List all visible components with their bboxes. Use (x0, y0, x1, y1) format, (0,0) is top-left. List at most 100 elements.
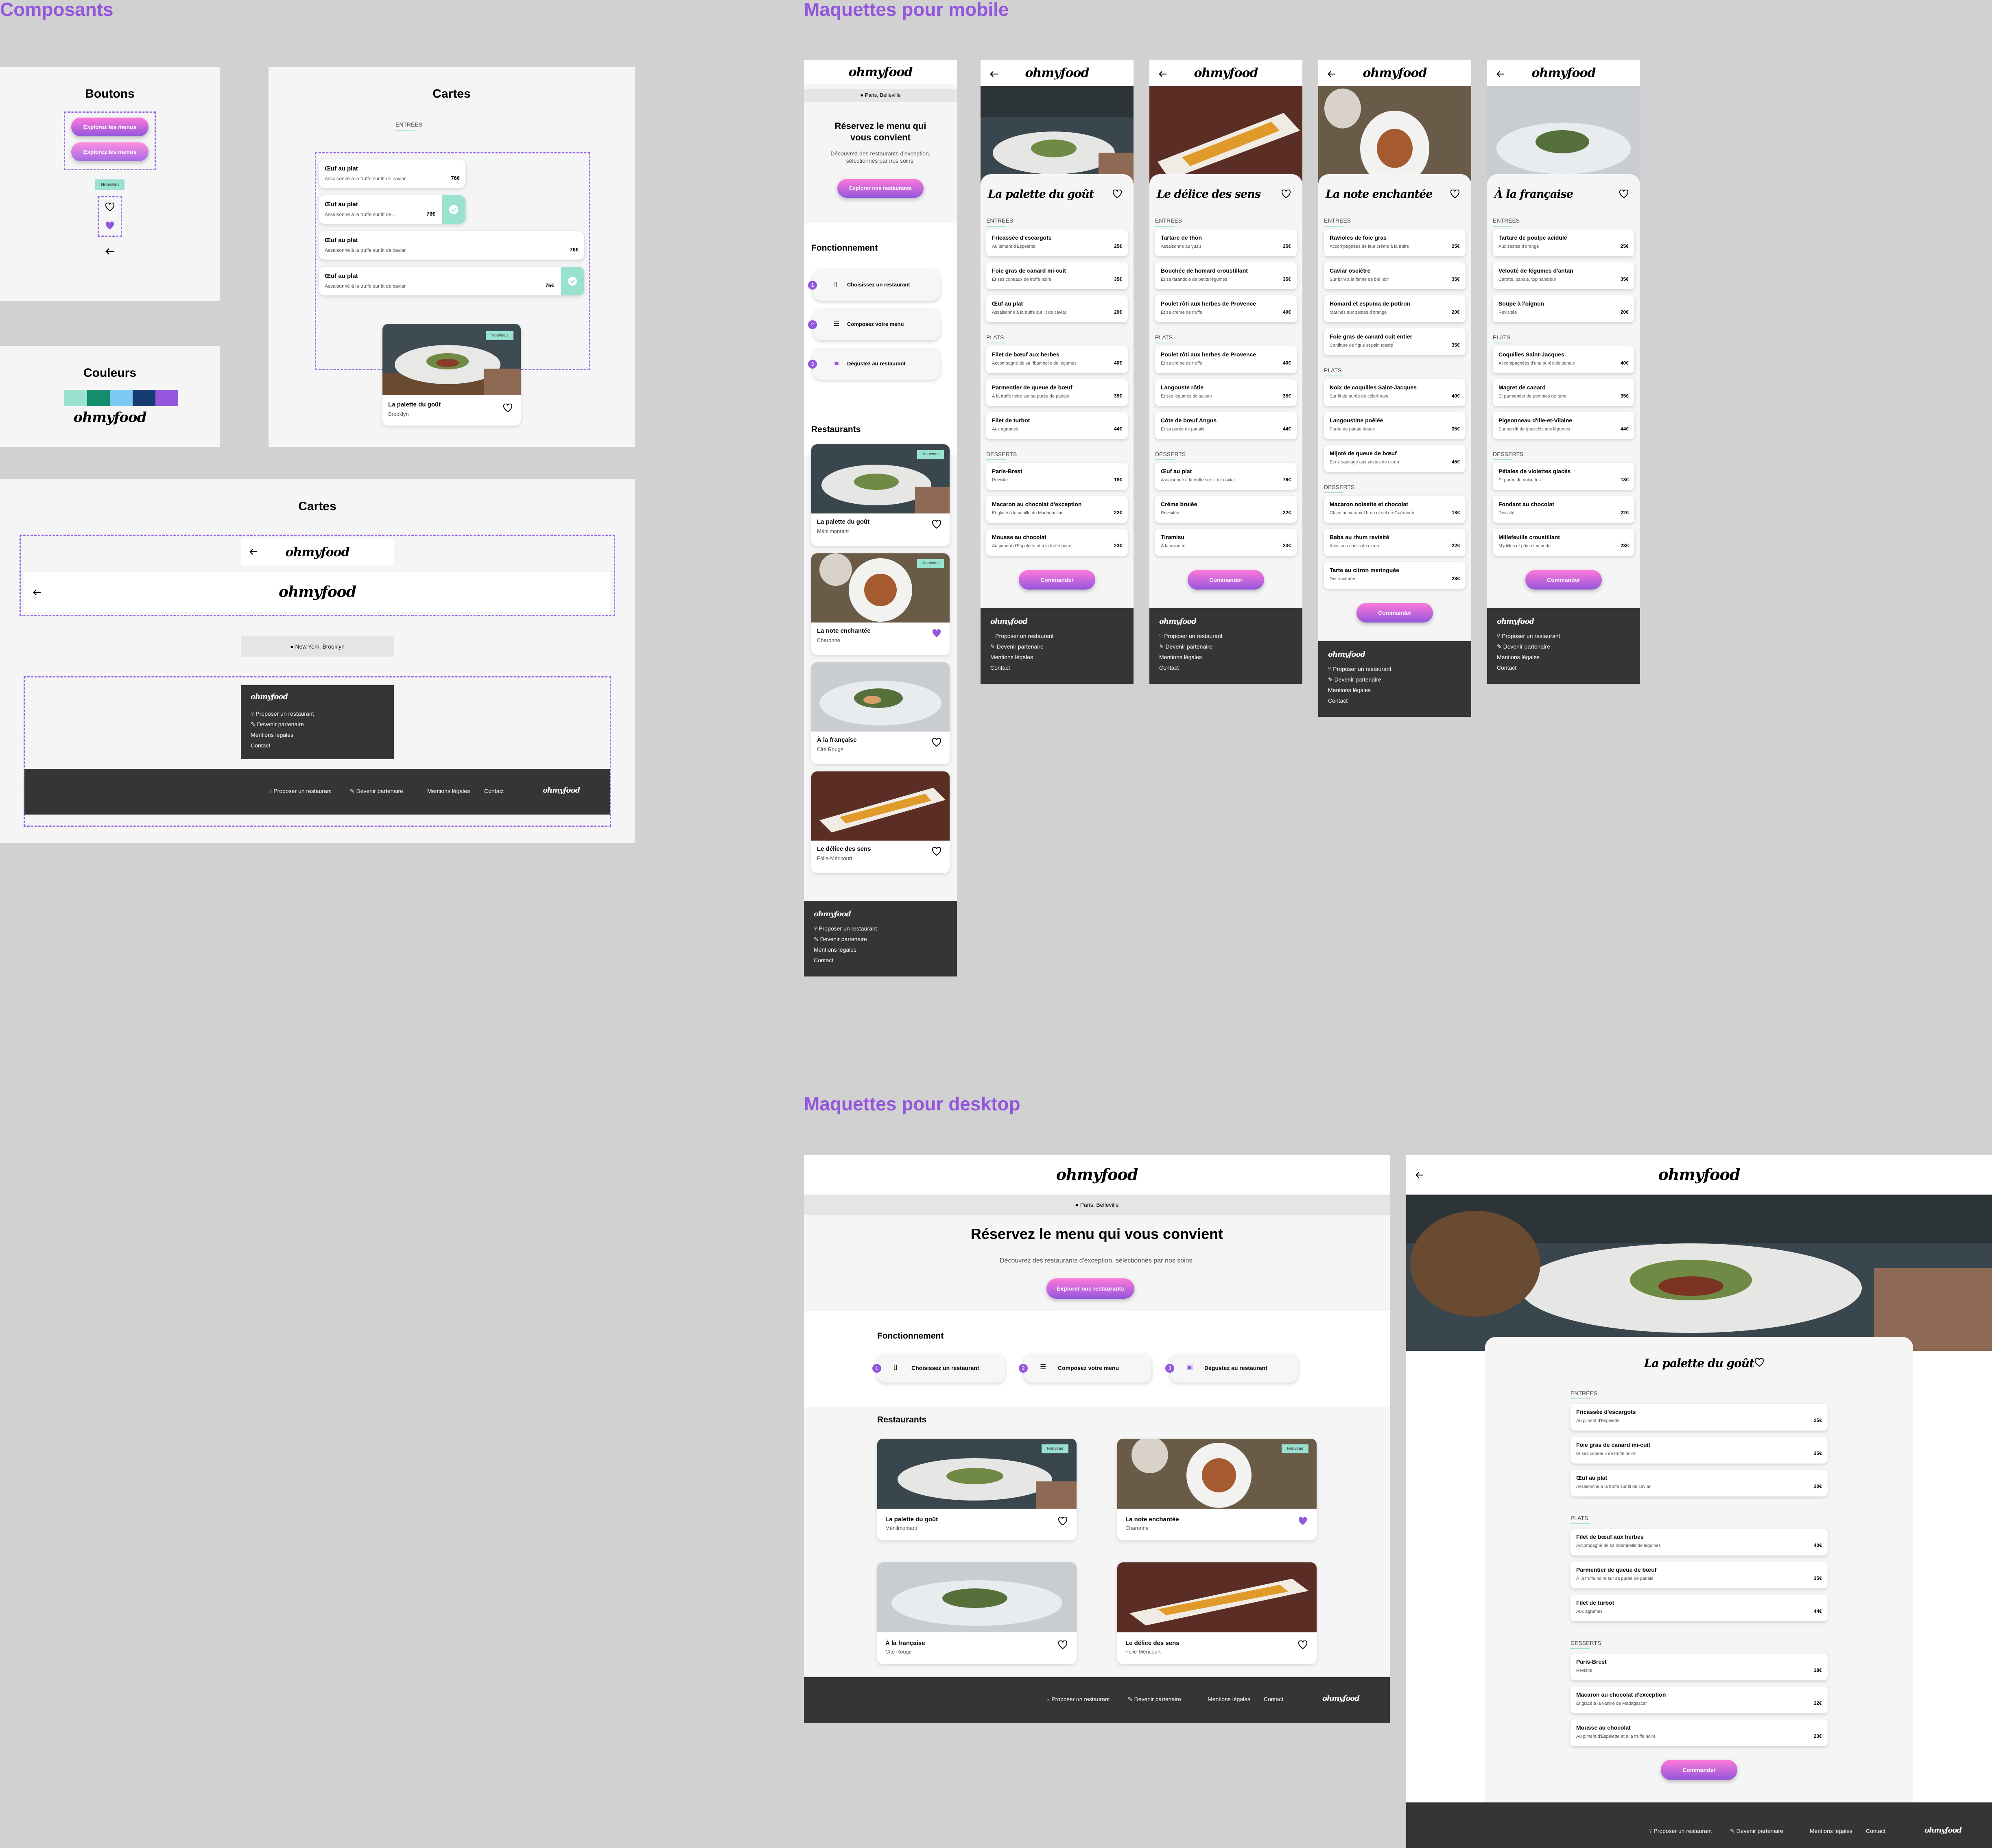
dish-card[interactable]: Pétales de violettes glacés Et purée de … (1493, 463, 1634, 490)
dish-card[interactable]: Fondant au chocolat Revisité 22€ (1493, 496, 1634, 523)
footer-link-propose[interactable]: ⑂ Proposer un restaurant (269, 788, 332, 794)
dish-card[interactable]: Côte de bœuf Angus Et sa purée de panais… (1155, 412, 1297, 439)
dish-card[interactable]: Ravioles de foie gras Accompagnées de le… (1324, 229, 1466, 256)
footer-link-partner[interactable]: ✎ Devenir partenaire (814, 936, 867, 943)
dish-card[interactable]: Parmentier de queue de bœuf À la truffe … (986, 379, 1128, 406)
footer-link-contact[interactable]: Contact (484, 788, 504, 794)
dish-card[interactable]: Millefeuille croustillant Myrtilles et p… (1493, 529, 1634, 556)
heart-outline-icon[interactable] (1112, 190, 1122, 199)
restaurant-card[interactable]: Nouveau La note enchantée Charonne (811, 553, 950, 655)
heart-filled-icon[interactable] (1298, 1517, 1308, 1526)
dish-card-wide-selected[interactable]: Œuf au plat Assaisonné à la truffe sur l… (319, 267, 584, 295)
dish-card[interactable]: Filet de bœuf aux herbes Accompagné de s… (986, 346, 1128, 373)
dish-card[interactable]: Foie gras de canard cuit entier Confitur… (1324, 328, 1466, 355)
heart-outline-icon[interactable] (932, 738, 941, 747)
dish-card[interactable]: Foie gras de canard mi-cuit Et ses copea… (986, 262, 1128, 289)
dish-card[interactable]: Bouchée de homard croustillant Et sa far… (1155, 262, 1297, 289)
footer-link-contact[interactable]: Contact (1497, 664, 1516, 671)
restaurant-card[interactable]: Le délice des sens Folie-Méricourt (811, 771, 950, 873)
heart-outline-icon[interactable] (105, 203, 115, 212)
footer-link-legal[interactable]: Mentions légales (990, 654, 1033, 660)
heart-outline-icon[interactable] (1619, 190, 1629, 199)
footer-link-legal[interactable]: Mentions légales (251, 732, 293, 738)
dish-card[interactable]: Homard et espuma de potiron Marinés aux … (1324, 295, 1466, 322)
order-button[interactable]: Commander (1356, 603, 1433, 623)
footer-link-contact[interactable]: Contact (1328, 697, 1348, 704)
dish-card[interactable]: Foie gras de canard mi-cuit Et ses copea… (1570, 1437, 1828, 1464)
footer-link-legal[interactable]: Mentions légales (1810, 1828, 1852, 1834)
dish-card[interactable]: Velouté de légumes d'antan Carotte, pana… (1493, 262, 1634, 289)
heart-outline-icon[interactable] (503, 404, 513, 413)
footer-link-propose[interactable]: ⑂ Proposer un restaurant (251, 710, 314, 717)
dish-card[interactable]: Soupe à l'oignon Revisitée 20€ (1493, 295, 1634, 322)
footer-link-propose[interactable]: ⑂ Proposer un restaurant (990, 633, 1054, 639)
explore-menus-button[interactable]: Explorez les menus (71, 118, 149, 136)
footer-link-propose[interactable]: ⑂ Proposer un restaurant (1328, 666, 1391, 672)
dish-card[interactable]: Œuf au plat Assaisonné à la truffe sur l… (986, 295, 1128, 322)
explore-menus-button-hover[interactable]: Explorez les menus (71, 142, 149, 161)
order-button[interactable]: Commander (1188, 570, 1264, 590)
dish-card[interactable]: Noix de coquilles Saint-Jacques Sur lit … (1324, 379, 1466, 406)
dish-card[interactable]: Tiramisu À la noisette 23€ (1155, 529, 1297, 556)
dish-card[interactable]: Fricassée d'escargots Au piment d'Espele… (986, 229, 1128, 256)
dish-card[interactable]: Paris-Brest Revisité 18€ (1570, 1654, 1828, 1680)
footer-link-partner[interactable]: ✎ Devenir partenaire (350, 788, 403, 795)
footer-link-partner[interactable]: ✎ Devenir partenaire (990, 643, 1044, 650)
dish-card[interactable]: Œuf au plat Assaisonné à la truffe sur l… (1570, 1470, 1828, 1496)
heart-outline-icon[interactable] (1754, 1358, 1764, 1367)
dish-card[interactable]: Œuf au plat Assaisonné à la truffe sur l… (1155, 463, 1297, 490)
heart-outline-icon[interactable] (1298, 1640, 1308, 1649)
restaurant-card[interactable]: Nouveau La note enchantée Charonne (1117, 1439, 1317, 1540)
footer-link-legal[interactable]: Mentions légales (427, 788, 470, 794)
dish-card[interactable]: Paris-Brest Revisité 18€ (986, 463, 1128, 490)
dish-card[interactable]: Filet de turbot Aux agrumes 44€ (1570, 1595, 1828, 1621)
dish-card[interactable]: Langouste rôtie Et ses légumes de saison… (1155, 379, 1297, 406)
dish-card[interactable]: Fricassée d'escargots Au piment d'Espele… (1570, 1404, 1828, 1431)
dish-card[interactable]: Poulet rôti aux herbes de Provence Et sa… (1155, 295, 1297, 322)
footer-link-partner[interactable]: ✎ Devenir partenaire (251, 721, 304, 728)
footer-link-partner[interactable]: ✎ Devenir partenaire (1730, 1828, 1783, 1835)
restaurant-card[interactable]: Le délice des sens Folie-Méricourt (1117, 1562, 1317, 1664)
restaurant-card[interactable]: Nouveau La palette du goût Ménilmontant (877, 1439, 1077, 1540)
dish-card-wide[interactable]: Œuf au plat Assaisonné à la truffe sur l… (319, 231, 584, 260)
footer-link-partner[interactable]: ✎ Devenir partenaire (1128, 1696, 1181, 1703)
footer-link-propose[interactable]: ⑂ Proposer un restaurant (814, 925, 877, 932)
heart-outline-icon[interactable] (1281, 190, 1291, 199)
dish-card[interactable]: Parmentier de queue de bœuf À la truffe … (1570, 1562, 1828, 1588)
heart-outline-icon[interactable] (1450, 190, 1460, 199)
heart-outline-icon[interactable] (1058, 1640, 1068, 1649)
footer-link-legal[interactable]: Mentions légales (814, 946, 856, 953)
footer-link-propose[interactable]: ⑂ Proposer un restaurant (1046, 1696, 1110, 1702)
restaurant-card[interactable]: À la française Cité Rouge (877, 1562, 1077, 1664)
order-button[interactable]: Commander (1525, 570, 1602, 590)
dish-card[interactable]: Macaron au chocolat d'exception Et glacé… (1570, 1686, 1828, 1713)
restaurant-card[interactable]: À la française Cité Rouge (811, 662, 950, 764)
heart-outline-icon[interactable] (932, 520, 941, 529)
restaurant-card[interactable]: Nouveau La palette du goût Brooklyn (382, 324, 521, 426)
restaurant-card[interactable]: Nouveau La palette du goût Ménilmontant (811, 444, 950, 546)
dish-card[interactable]: Coquilles Saint-Jacques Accompagnées d'u… (1493, 346, 1634, 373)
footer-link-legal[interactable]: Mentions légales (1159, 654, 1202, 660)
footer-link-contact[interactable]: Contact (1866, 1828, 1885, 1834)
footer-link-propose[interactable]: ⑂ Proposer un restaurant (1159, 633, 1223, 639)
heart-filled-icon[interactable] (932, 629, 941, 638)
dish-card[interactable]: Poulet rôti aux herbes de Provence Et sa… (1155, 346, 1297, 373)
footer-link-contact[interactable]: Contact (990, 664, 1010, 671)
dish-card[interactable]: Tartare de poulpe acidulé Aux zestes d'o… (1493, 229, 1634, 256)
footer-link-partner[interactable]: ✎ Devenir partenaire (1497, 643, 1550, 650)
order-button[interactable]: Commander (1019, 570, 1095, 590)
footer-link-partner[interactable]: ✎ Devenir partenaire (1159, 643, 1212, 650)
heart-outline-icon[interactable] (932, 847, 941, 856)
dish-card[interactable]: Crème brulée Revisitée 22€ (1155, 496, 1297, 523)
footer-link-legal[interactable]: Mentions légales (1328, 687, 1371, 693)
dish-card[interactable]: Mijoté de queue de bœuf Et riz sauvage a… (1324, 445, 1466, 472)
dish-card[interactable]: Pigeonneau d'Ille-et-Vilaine Sur son lit… (1493, 412, 1634, 439)
heart-outline-icon[interactable] (1058, 1517, 1068, 1526)
explore-restaurants-button[interactable]: Explorer nos restaurants (837, 179, 924, 198)
dish-card[interactable]: Tartare de thon Assaisonné au yuzu 25€ (1155, 229, 1297, 256)
footer-link-propose[interactable]: ⑂ Proposer un restaurant (1497, 633, 1560, 639)
footer-link-contact[interactable]: Contact (814, 957, 833, 963)
footer-link-partner[interactable]: ✎ Devenir partenaire (1328, 676, 1381, 683)
dish-card[interactable]: Filet de bœuf aux herbes Accompagné de s… (1570, 1529, 1828, 1555)
dish-card[interactable]: Œuf au plat Assaisonné à la truffe sur l… (319, 159, 465, 188)
